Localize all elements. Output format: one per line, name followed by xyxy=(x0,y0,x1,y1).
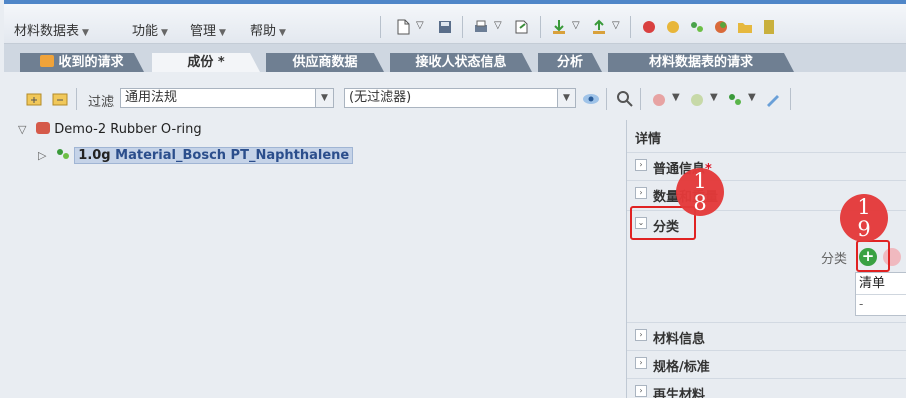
export-icon[interactable] xyxy=(512,18,530,36)
chevron-down-icon[interactable]: ▽ xyxy=(612,20,620,31)
molecule-filter-icon[interactable] xyxy=(726,90,744,108)
section-spec-standard[interactable]: › 规格/标准 xyxy=(627,350,906,375)
list-header: 清单 xyxy=(856,273,906,295)
tab-bar: 收到的请求 成份 * 供应商数据 接收人状态信息 分析 材料数据表的请求 xyxy=(4,44,906,72)
section-general-info[interactable]: › 普通信息* xyxy=(627,152,906,177)
chevron-down-icon[interactable]: ▼ xyxy=(748,92,756,103)
chevron-down-icon: ▼ xyxy=(161,28,168,38)
collapse-toggle-icon[interactable]: ▽ xyxy=(18,123,32,136)
composition-tree: ▽ Demo-2 Rubber O-ring ▷ 1.0g Material_B… xyxy=(4,114,626,398)
inbox-icon xyxy=(40,55,54,67)
tab-recipient-status[interactable]: 接收人状态信息 xyxy=(390,53,532,72)
menu-help[interactable]: 帮助 ▼ xyxy=(250,20,286,39)
panel-title: 详情 xyxy=(635,132,662,147)
toolbar-separator xyxy=(606,88,607,110)
download-icon[interactable] xyxy=(550,18,568,36)
folder-icon[interactable] xyxy=(736,18,754,36)
component-icon xyxy=(36,122,51,134)
expand-toggle-icon[interactable]: ▷ xyxy=(38,149,52,162)
tree-root-node[interactable]: ▽ Demo-2 Rubber O-ring xyxy=(18,122,202,142)
filter-toolbar: 过滤 通用法规 ▼ (无过滤器) ▼ ▼ ▼ ▼ xyxy=(4,86,906,112)
substance-red-icon[interactable] xyxy=(640,18,658,36)
substance-icon xyxy=(56,148,70,160)
chevron-right-icon[interactable]: › xyxy=(635,159,647,171)
menu-material-datasheet[interactable]: 材料数据表 ▼ xyxy=(14,20,89,39)
menu-manage[interactable]: 管理 ▼ xyxy=(190,20,226,39)
substance-filter-icon[interactable] xyxy=(650,90,668,108)
chevron-down-icon[interactable]: ▽ xyxy=(494,20,502,31)
molecule-icon[interactable] xyxy=(688,18,706,36)
pen-icon[interactable] xyxy=(764,90,782,108)
save-icon[interactable] xyxy=(436,18,454,36)
toolbar-separator xyxy=(630,16,631,38)
toolbar-separator xyxy=(380,16,381,38)
classification-label: 分类 xyxy=(821,252,848,267)
filter-label: 过滤 xyxy=(88,95,115,110)
upload-icon[interactable] xyxy=(590,18,608,36)
expand-all-icon[interactable] xyxy=(26,91,42,107)
selected-material-label[interactable]: 1.0g Material_Bosch PT_Naphthalene xyxy=(74,147,354,164)
toolbar-separator xyxy=(790,88,791,110)
tab-analysis[interactable]: 分析 xyxy=(538,53,602,72)
eye-icon[interactable] xyxy=(582,91,600,107)
chevron-down-icon: ▼ xyxy=(279,28,286,38)
chevron-down-icon[interactable]: ▽ xyxy=(572,20,580,31)
chevron-down-icon[interactable]: ▼ xyxy=(672,92,680,103)
material-filter-icon[interactable] xyxy=(688,90,706,108)
toolbar-separator xyxy=(76,88,77,110)
tab-composition[interactable]: 成份 * xyxy=(152,53,260,72)
menu-bar: 材料数据表 ▼ 功能 ▼ 管理 ▼ 帮助 ▼ ▽ ▽ ▽ ▽ xyxy=(4,0,906,44)
chevron-down-icon[interactable]: ▼ xyxy=(710,92,718,103)
classification-list: 清单 - xyxy=(855,272,906,316)
menu-functions[interactable]: 功能 ▼ xyxy=(132,20,168,39)
section-material-info[interactable]: › 材料信息 xyxy=(627,322,906,347)
new-document-icon[interactable] xyxy=(394,18,412,36)
section-recycled-material[interactable]: › 再生材料 xyxy=(627,378,906,398)
chevron-right-icon[interactable]: › xyxy=(635,329,647,341)
report-icon[interactable] xyxy=(760,18,778,36)
filter-select[interactable]: (无过滤器) ▼ xyxy=(344,88,576,108)
chevron-down-icon: ▼ xyxy=(315,89,333,107)
print-icon[interactable] xyxy=(472,18,490,36)
tab-supplier-data[interactable]: 供应商数据 xyxy=(266,53,384,72)
chevron-right-icon[interactable]: › xyxy=(635,385,647,397)
chevron-down-icon: ▼ xyxy=(82,28,89,38)
regulation-select[interactable]: 通用法规 ▼ xyxy=(120,88,334,108)
window-top-line xyxy=(4,0,906,4)
step-badge-19: 1 9 xyxy=(840,194,888,242)
collapse-all-icon[interactable] xyxy=(52,91,68,107)
search-icon[interactable] xyxy=(616,90,634,108)
chevron-down-icon: ▼ xyxy=(557,89,575,107)
toolbar-separator xyxy=(462,16,463,38)
material-icon[interactable] xyxy=(712,18,730,36)
toolbar-separator xyxy=(540,16,541,38)
toolbar-separator xyxy=(640,88,641,110)
tab-datasheet-requests[interactable]: 材料数据表的请求 xyxy=(608,53,794,72)
chevron-right-icon[interactable]: › xyxy=(635,187,647,199)
substance-yellow-icon[interactable] xyxy=(664,18,682,36)
chevron-right-icon[interactable]: › xyxy=(635,357,647,369)
tab-received-requests[interactable]: 收到的请求 xyxy=(20,53,144,72)
tree-child-node[interactable]: ▷ 1.0g Material_Bosch PT_Naphthalene xyxy=(38,147,354,168)
step-badge-18: 1 8 xyxy=(676,168,724,216)
highlight-add-button xyxy=(856,240,890,272)
chevron-down-icon: ▼ xyxy=(219,28,226,38)
chevron-down-icon[interactable]: ▽ xyxy=(416,20,424,31)
list-cell: - xyxy=(859,297,864,311)
